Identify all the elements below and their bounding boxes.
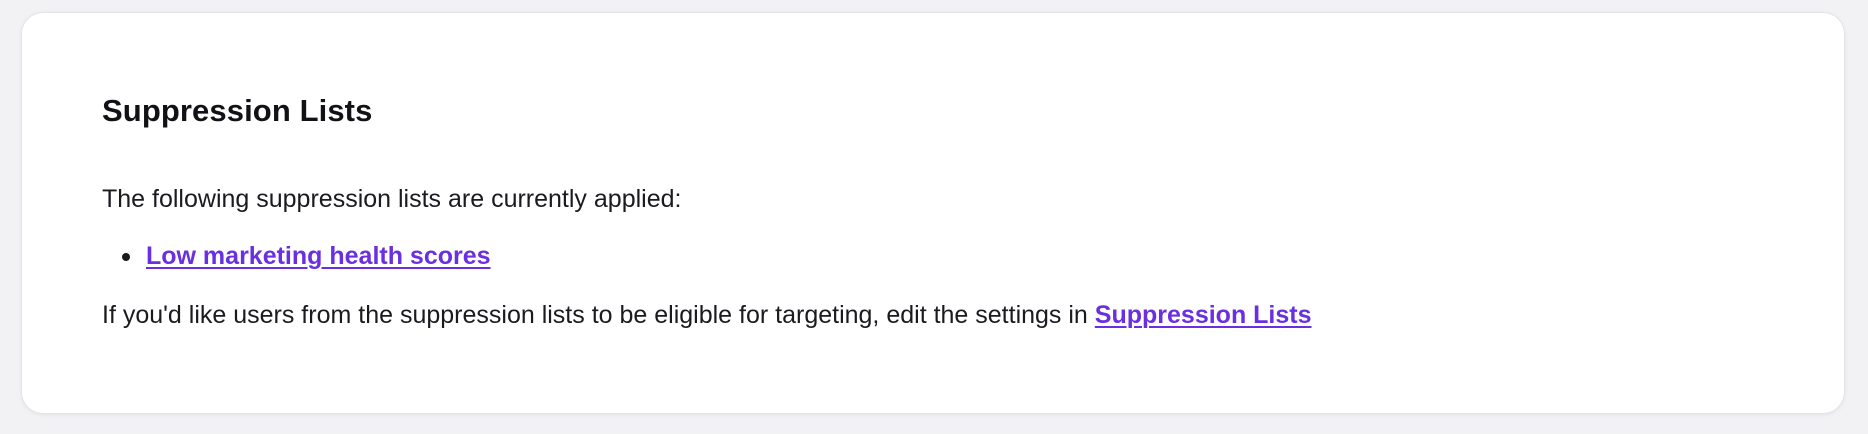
list-item: Low marketing health scores <box>102 240 491 272</box>
suppression-lists-settings-link[interactable]: Suppression Lists <box>1095 301 1312 329</box>
panel-title: Suppression Lists <box>102 93 373 128</box>
bullet-icon <box>122 253 130 261</box>
suppression-list-link-low-marketing-health-scores[interactable]: Low marketing health scores <box>146 242 491 270</box>
applied-lists-intro: The following suppression lists are curr… <box>102 185 682 213</box>
applied-suppression-lists: Low marketing health scores <box>102 240 491 272</box>
targeting-eligibility-text: If you'd like users from the suppression… <box>102 301 1095 329</box>
suppression-lists-card: Suppression Lists The following suppress… <box>21 12 1845 414</box>
targeting-eligibility-note: If you'd like users from the suppression… <box>102 301 1312 330</box>
